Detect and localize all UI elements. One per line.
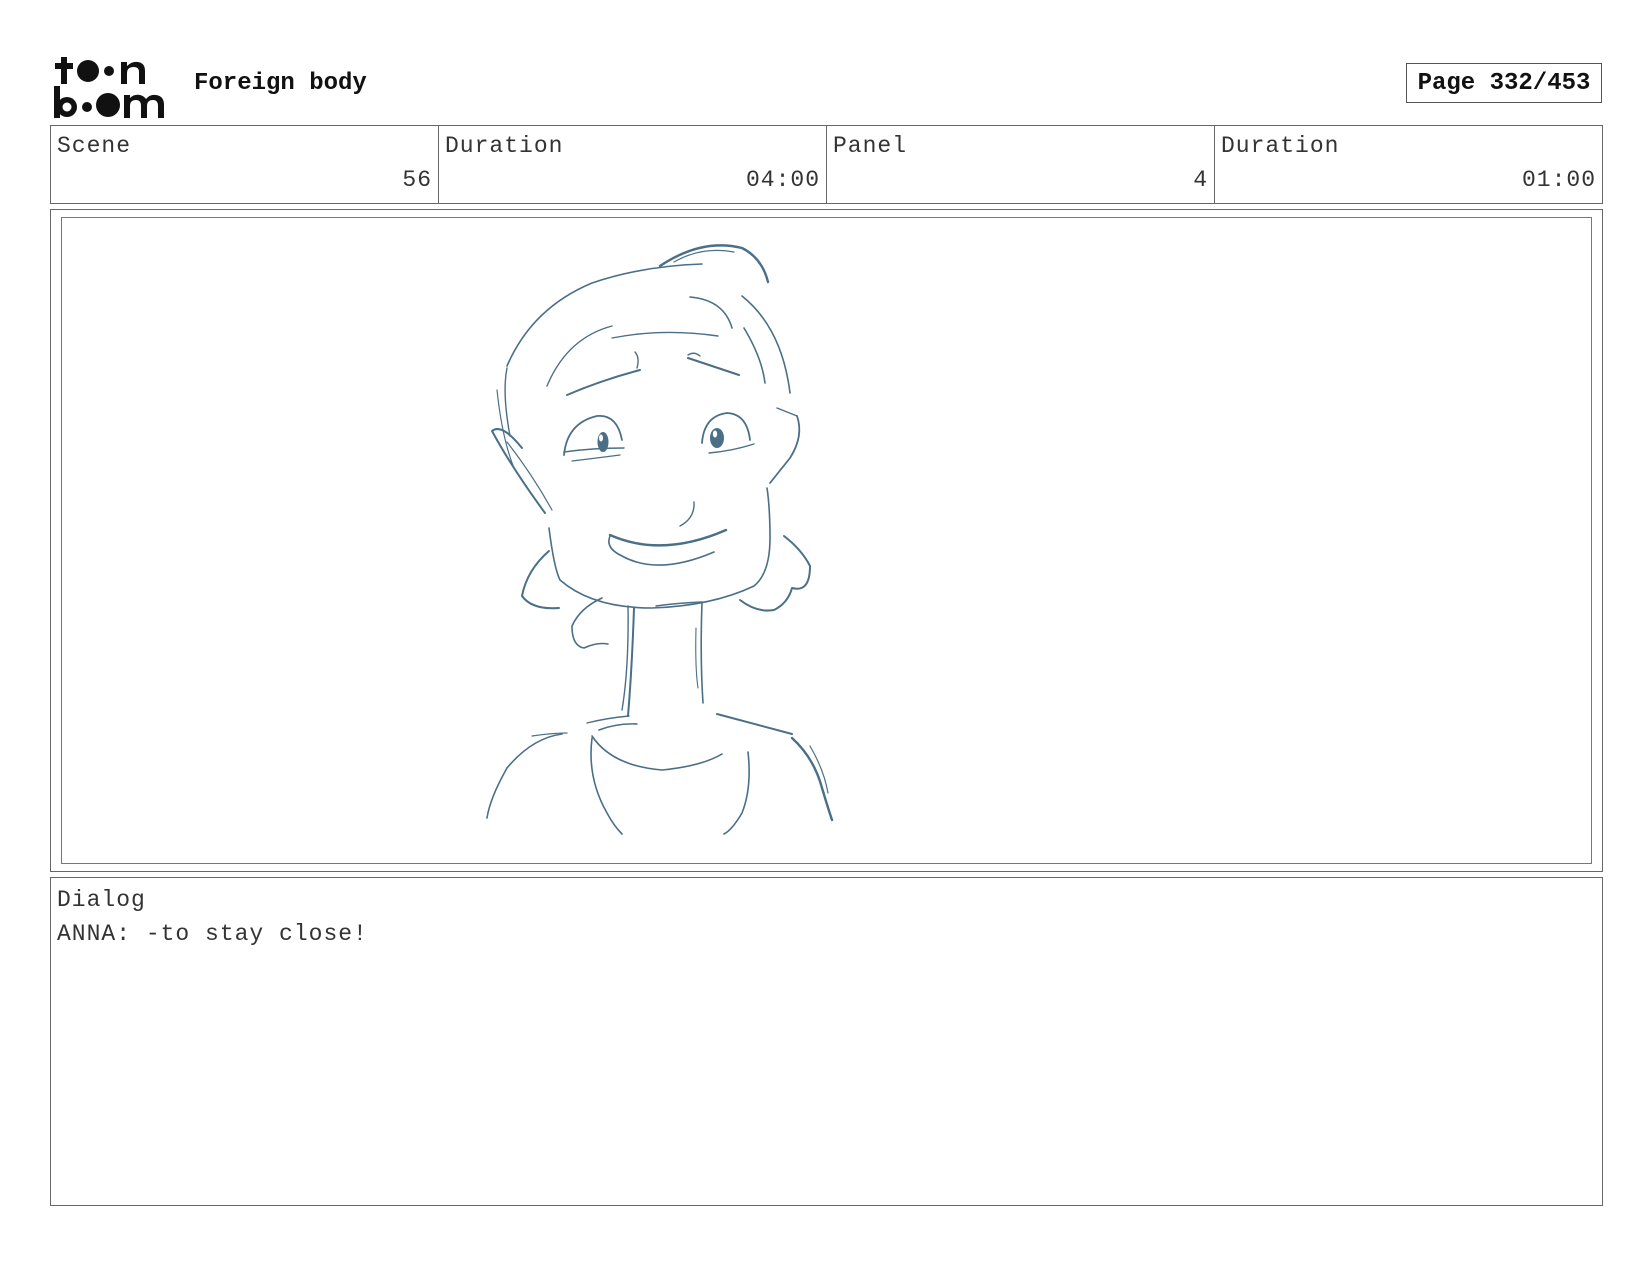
scene-duration-value: 04:00: [745, 167, 820, 193]
page-indicator: Page 332/453: [1406, 63, 1602, 103]
panel-label: Panel: [833, 133, 908, 159]
panel-duration-value: 01:00: [1521, 167, 1596, 193]
panel-cell: Panel 4: [826, 126, 1214, 203]
scene-duration-label: Duration: [445, 133, 564, 159]
scene-value: 56: [402, 167, 432, 193]
dialog-line: ANNA: -to stay close!: [57, 921, 368, 947]
panel-duration-cell: Duration 01:00: [1214, 126, 1602, 203]
panel-image: [61, 217, 1592, 864]
panel-value: 4: [1193, 167, 1208, 193]
scene-label: Scene: [57, 133, 132, 159]
scene-info-row: Scene 56 Duration 04:00 Panel 4 Duration…: [50, 125, 1603, 204]
scene-duration-cell: Duration 04:00: [438, 126, 826, 203]
project-title: Foreign body: [194, 70, 367, 97]
toon-boom-logo: [54, 54, 172, 118]
dialog-box: Dialog ANNA: -to stay close!: [50, 877, 1603, 1206]
dialog-label: Dialog: [57, 887, 146, 913]
character-sketch: [486, 244, 834, 835]
panel-frame: [50, 209, 1603, 872]
panel-duration-label: Duration: [1221, 133, 1340, 159]
scene-cell: Scene 56: [51, 126, 438, 203]
